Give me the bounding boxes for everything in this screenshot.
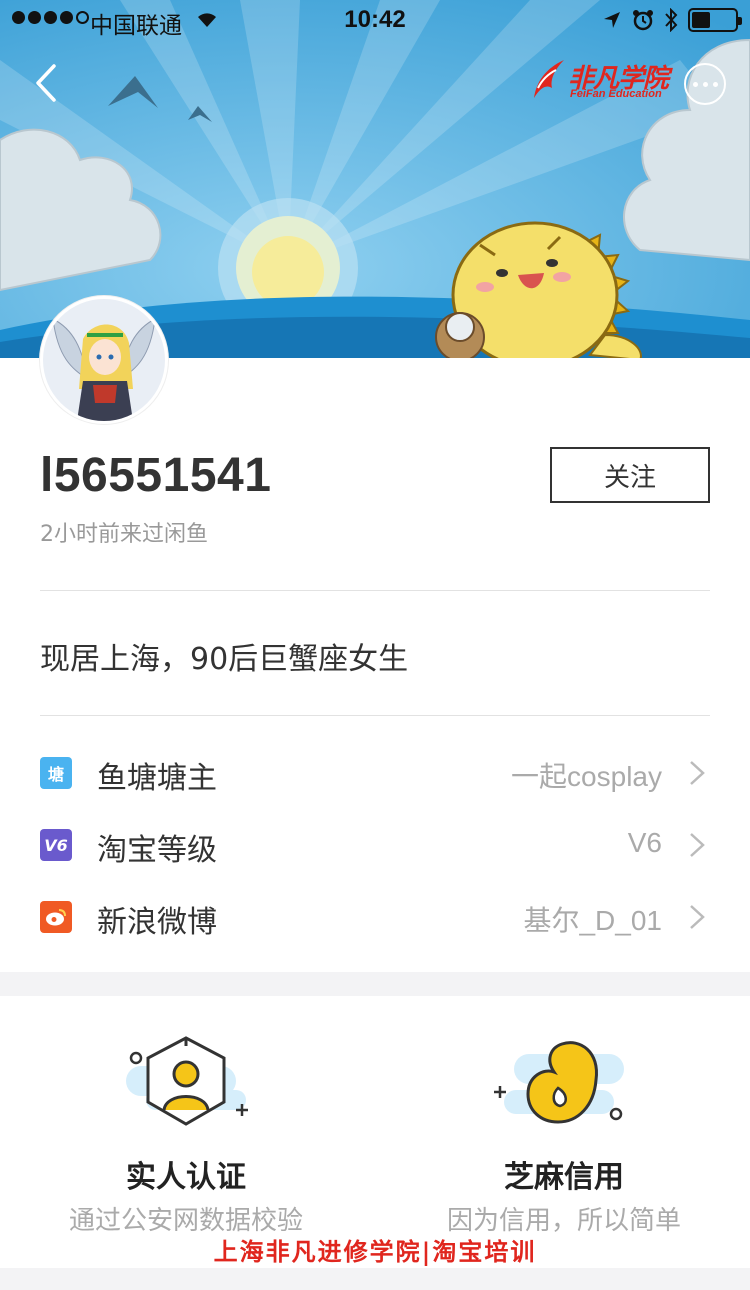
more-options-button[interactable] bbox=[684, 63, 726, 105]
info-row-label: 鱼塘塘主 bbox=[97, 761, 217, 796]
watermark-text: 上海非凡进修学院|淘宝培训 bbox=[213, 1237, 537, 1266]
feature-title: 芝麻信用 bbox=[504, 1160, 624, 1195]
id-verification-icon bbox=[126, 1036, 248, 1126]
pond-icon: 塘 bbox=[40, 757, 72, 789]
avatar-image bbox=[43, 299, 165, 421]
username: l56551541 bbox=[40, 449, 272, 502]
section-separator bbox=[0, 972, 750, 996]
bottom-separator bbox=[0, 1268, 750, 1290]
alarm-icon bbox=[633, 10, 653, 31]
info-row-value: 一起cosplay bbox=[511, 761, 662, 792]
back-button[interactable] bbox=[28, 60, 68, 106]
chevron-right-icon bbox=[690, 833, 705, 857]
battery-icon bbox=[688, 8, 742, 32]
avatar[interactable] bbox=[40, 296, 168, 424]
location-icon bbox=[604, 12, 620, 28]
sesame-credit-icon bbox=[494, 1041, 624, 1124]
info-row-value: V6 bbox=[627, 827, 662, 858]
info-row-taobao-level[interactable]: V6 淘宝等级 V6 bbox=[40, 815, 710, 875]
taobao-level-icon: V6 bbox=[40, 829, 72, 861]
bio-text: 现居上海，90后巨蟹座女生 bbox=[40, 642, 409, 677]
sesame-credit-card[interactable]: 芝麻信用 因为信用，所以简单 bbox=[414, 1030, 714, 1240]
brand-name-en: FeiFan Education bbox=[570, 88, 662, 100]
follow-button[interactable]: 关注 bbox=[550, 447, 710, 503]
info-row-weibo[interactable]: 新浪微博 基尔_D_01 bbox=[40, 887, 710, 947]
feature-title: 实人认证 bbox=[126, 1160, 246, 1195]
status-bar: 中国联通 10:42 bbox=[0, 0, 750, 40]
info-row-fish-pond[interactable]: 塘 鱼塘塘主 一起cosplay bbox=[40, 743, 710, 803]
last-visit-text: 2小时前来过闲鱼 bbox=[40, 522, 208, 547]
brand-logo: 非凡学院 FeiFan Education bbox=[528, 56, 669, 106]
feifan-logo-icon bbox=[534, 60, 564, 98]
real-name-verification-card[interactable]: 实人认证 通过公安网数据校验 bbox=[36, 1030, 336, 1240]
bluetooth-icon bbox=[665, 8, 678, 32]
info-row-value: 基尔_D_01 bbox=[523, 905, 662, 936]
info-row-label: 新浪微博 bbox=[97, 905, 217, 940]
divider bbox=[40, 590, 710, 591]
info-row-label: 淘宝等级 bbox=[97, 833, 217, 868]
chevron-right-icon bbox=[690, 761, 705, 785]
chevron-right-icon bbox=[690, 905, 705, 929]
weibo-icon bbox=[40, 901, 72, 933]
divider bbox=[40, 715, 710, 716]
